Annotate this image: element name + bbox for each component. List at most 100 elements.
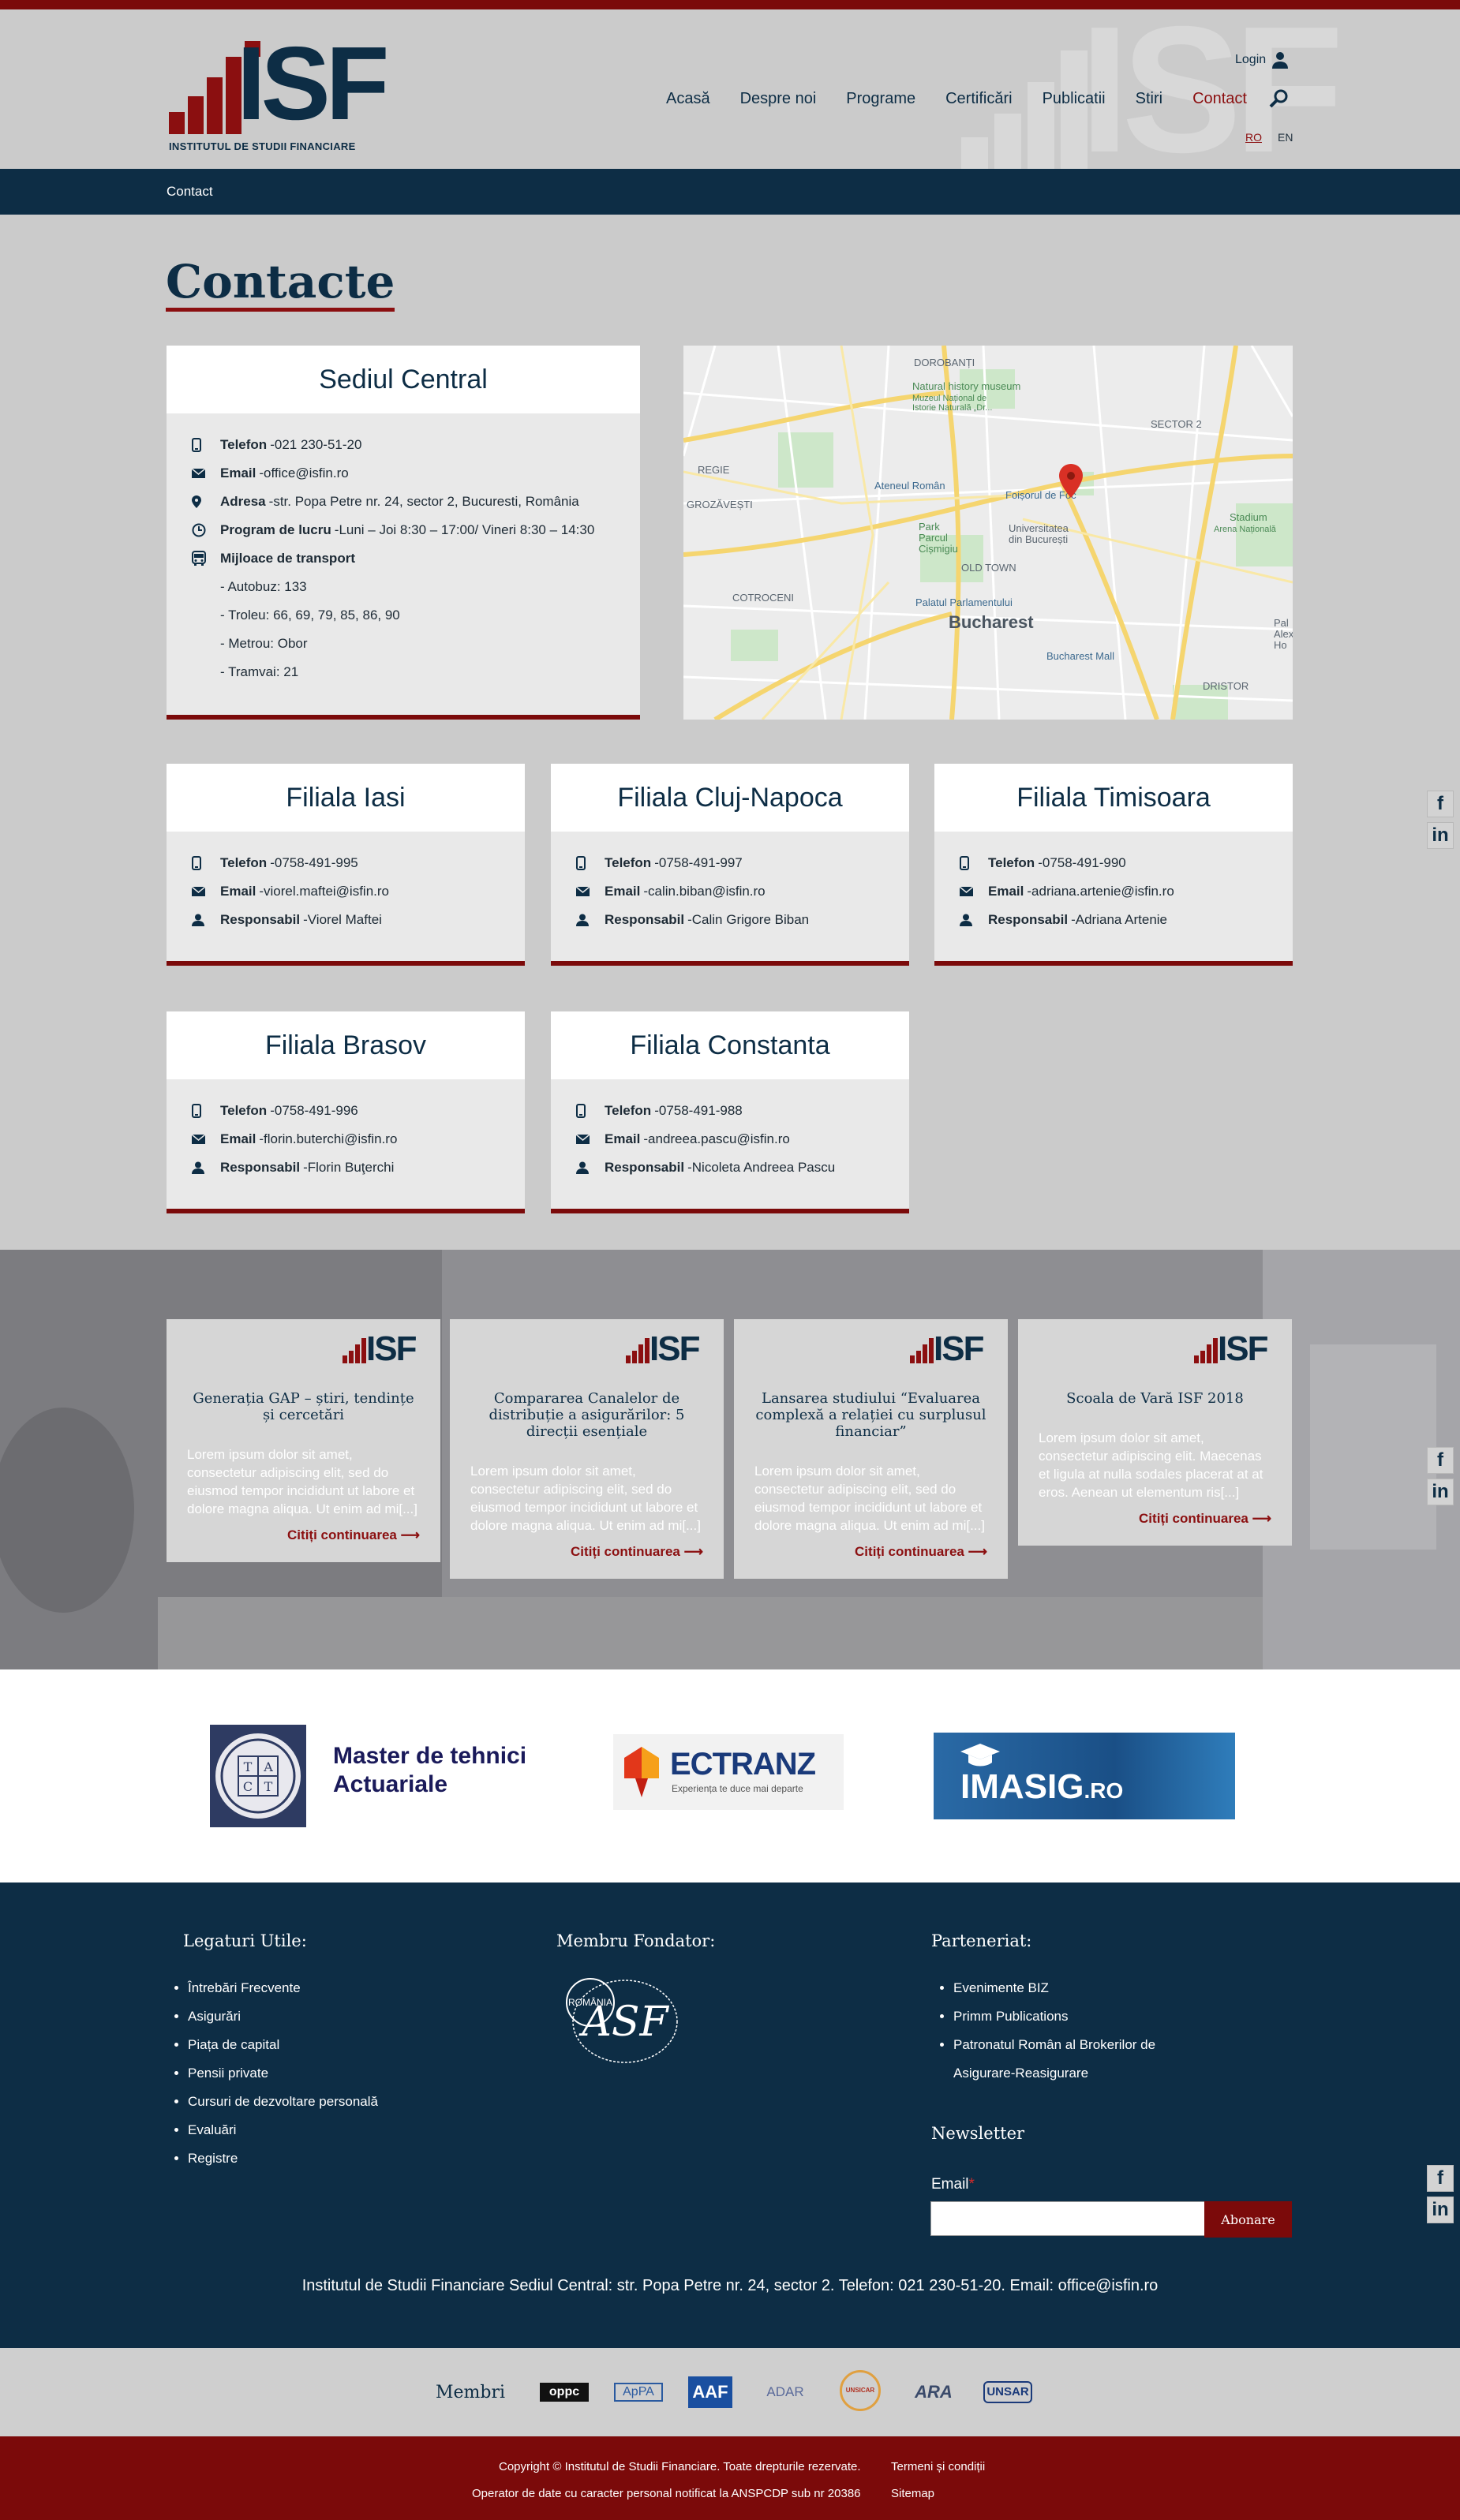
nav-stiri[interactable]: Stiri <box>1136 90 1162 108</box>
svg-text:ASF: ASF <box>578 1998 669 2046</box>
nav-certificari[interactable]: Certificări <box>945 90 1012 108</box>
mobile-icon <box>192 856 201 870</box>
svg-text:GROZĂVEȘTI: GROZĂVEȘTI <box>687 499 753 510</box>
svg-text:SECTOR 2: SECTOR 2 <box>1151 418 1202 430</box>
footer-link[interactable]: Piața de capital <box>188 2031 378 2059</box>
membru-heading: Membru Fondator: <box>556 1931 716 1950</box>
news-title[interactable]: Scoala de Vară ISF 2018 <box>1018 1379 1292 1407</box>
ara-logo[interactable]: ARA <box>908 2383 960 2402</box>
copyright-text: Copyright © Institutul de Studii Financi… <box>499 2460 861 2473</box>
partner-link[interactable]: Primm Publications <box>953 2002 1189 2031</box>
search-icon[interactable] <box>1269 88 1290 109</box>
envelope-icon <box>576 887 590 896</box>
read-more-link[interactable]: Citiți continuarea ⟶ <box>167 1518 440 1562</box>
sitemap-link[interactable]: Sitemap <box>891 2487 934 2500</box>
svg-text:Palatul Parlamentului: Palatul Parlamentului <box>915 596 1013 608</box>
appa-logo[interactable]: ApPA <box>614 2383 663 2402</box>
linkedin-icon[interactable]: in <box>1427 2197 1454 2223</box>
read-more-link[interactable]: Citiți continuarea ⟶ <box>1018 1501 1292 1546</box>
facebook-icon[interactable]: f <box>1427 791 1454 817</box>
nav-publicatii[interactable]: Publicatii <box>1043 90 1106 108</box>
facebook-icon[interactable]: f <box>1427 2165 1454 2192</box>
footer-link[interactable]: Pensii private <box>188 2059 378 2088</box>
news-excerpt: Lorem ipsum dolor sit amet, consectetur … <box>470 1464 701 1533</box>
footer-link[interactable]: Registre <box>188 2144 378 2173</box>
language-switcher: RO EN <box>1245 131 1293 144</box>
news-card[interactable]: ISF Compararea Canalelor de distribuție … <box>450 1319 724 1579</box>
svg-text:T: T <box>264 1779 273 1794</box>
footer-link[interactable]: Întrebări Frecvente <box>188 1974 378 2002</box>
isf-logo[interactable]: ISF INSTITUTUL DE STUDII FINANCIARE <box>166 30 389 156</box>
branch-email[interactable]: viorel.maftei@isfin.ro <box>264 877 389 906</box>
login-link[interactable]: Login <box>1235 50 1290 69</box>
lang-ro[interactable]: RO <box>1245 131 1262 144</box>
branch-telefon[interactable]: 0758-491-988 <box>659 1097 743 1125</box>
news-card[interactable]: ISF Lansarea studiului “Evaluarea comple… <box>734 1319 1008 1579</box>
branch-telefon[interactable]: 0758-491-995 <box>275 849 358 877</box>
partners-strip: T A C T Master de tehnici Actuariale ECT… <box>0 1669 1460 1883</box>
unsicar-logo[interactable]: UNSICAR <box>840 2370 881 2411</box>
graduation-cap-icon <box>960 1744 1000 1767</box>
branch-email[interactable]: florin.buterchi@isfin.ro <box>264 1125 397 1153</box>
branch-telefon[interactable]: 0758-491-996 <box>275 1097 358 1125</box>
read-more-link[interactable]: Citiți continuarea ⟶ <box>450 1535 724 1579</box>
map-canvas[interactable]: DOROBANȚI Natural history museum Muzeul … <box>683 346 1293 720</box>
subscribe-button[interactable]: Abonare <box>1204 2201 1292 2238</box>
branch-email[interactable]: adriana.artenie@isfin.ro <box>1031 877 1174 906</box>
master-actuariale-logo[interactable]: T A C T Master de tehnici Actuariale <box>210 1725 541 1830</box>
ectranz-logo[interactable]: ECTRANZ Experiența te duce mai departe <box>613 1734 844 1810</box>
linkedin-icon[interactable]: in <box>1427 1479 1454 1505</box>
terms-link[interactable]: Termeni și condiții <box>891 2460 985 2473</box>
read-more-link[interactable]: Citiți continuarea ⟶ <box>734 1535 1008 1579</box>
branch-telefon[interactable]: 0758-491-997 <box>659 849 743 877</box>
svg-text:Stadium: Stadium <box>1230 511 1267 523</box>
sediu-telefon[interactable]: 021 230-51-20 <box>275 431 362 459</box>
branch-email[interactable]: calin.biban@isfin.ro <box>648 877 766 906</box>
branch-resp: Viorel Maftei <box>307 912 382 927</box>
parteneriat-heading: Parteneriat: <box>931 1931 1032 1950</box>
footer-link[interactable]: Asigurări <box>188 2002 378 2031</box>
branch-email[interactable]: andreea.pascu@isfin.ro <box>648 1125 790 1153</box>
facebook-icon[interactable]: f <box>1427 1447 1454 1474</box>
adar-logo[interactable]: ADAR <box>759 2383 811 2402</box>
isf-mini-logo: ISF <box>450 1319 724 1379</box>
news-title[interactable]: Generația GAP – știri, tendințe și cerce… <box>167 1379 440 1423</box>
map-pin-icon <box>192 495 201 508</box>
partner-link[interactable]: Evenimente BIZ <box>953 1974 1189 2002</box>
google-map[interactable]: DOROBANȚI Natural history museum Muzeul … <box>683 346 1293 720</box>
svg-text:Ho: Ho <box>1274 639 1287 651</box>
logo-subtitle: INSTITUTUL DE STUDII FINANCIARE <box>169 140 356 152</box>
unsar-logo[interactable]: UNSAR <box>983 2381 1032 2403</box>
envelope-icon <box>192 469 205 478</box>
transport-item: - Tramvai: 21 <box>220 664 299 679</box>
svg-text:OLD TOWN: OLD TOWN <box>961 562 1016 574</box>
sediu-email[interactable]: office@isfin.ro <box>264 459 349 488</box>
nav-contact[interactable]: Contact <box>1192 90 1247 108</box>
imasig-logo[interactable]: IMASIG.RO <box>934 1733 1235 1819</box>
aaf-logo[interactable]: AAF <box>688 2376 732 2408</box>
svg-text:Arena Națională: Arena Națională <box>1214 525 1277 534</box>
imasig-wordmark: IMASIG.RO <box>960 1767 1124 1806</box>
oppc-logo[interactable]: oppc <box>540 2383 589 2402</box>
footer-link[interactable]: Evaluări <box>188 2116 378 2144</box>
social-sidebar: f in <box>1427 1447 1454 1505</box>
mobile-icon <box>960 856 969 870</box>
isf-mini-logo: ISF <box>167 1319 440 1379</box>
mobile-icon <box>576 856 586 870</box>
news-excerpt: Lorem ipsum dolor sit amet, consectetur … <box>1039 1430 1263 1500</box>
news-card[interactable]: ISF Generația GAP – știri, tendințe și c… <box>167 1319 440 1562</box>
nav-despre-noi[interactable]: Despre noi <box>740 90 817 108</box>
news-title[interactable]: Compararea Canalelor de distribuție a as… <box>450 1379 724 1440</box>
news-card[interactable]: ISF Scoala de Vară ISF 2018 Lorem ipsum … <box>1018 1319 1292 1546</box>
nav-acasa[interactable]: Acasă <box>666 90 710 108</box>
news-title[interactable]: Lansarea studiului “Evaluarea complexă a… <box>734 1379 1008 1440</box>
footer-link[interactable]: Cursuri de dezvoltare personală <box>188 2088 378 2116</box>
nav-programe[interactable]: Programe <box>846 90 915 108</box>
asf-logo[interactable]: ROMÂNIA ASF <box>549 1974 691 2077</box>
lang-en[interactable]: EN <box>1278 131 1293 144</box>
transport-label: Mijloace de transport <box>220 551 355 566</box>
linkedin-icon[interactable]: in <box>1427 822 1454 849</box>
partner-link[interactable]: Patronatul Român al Brokerilor de Asigur… <box>953 2031 1189 2088</box>
branch-telefon[interactable]: 0758-491-990 <box>1043 849 1126 877</box>
card-title: Filiala Constanta <box>551 1011 909 1079</box>
